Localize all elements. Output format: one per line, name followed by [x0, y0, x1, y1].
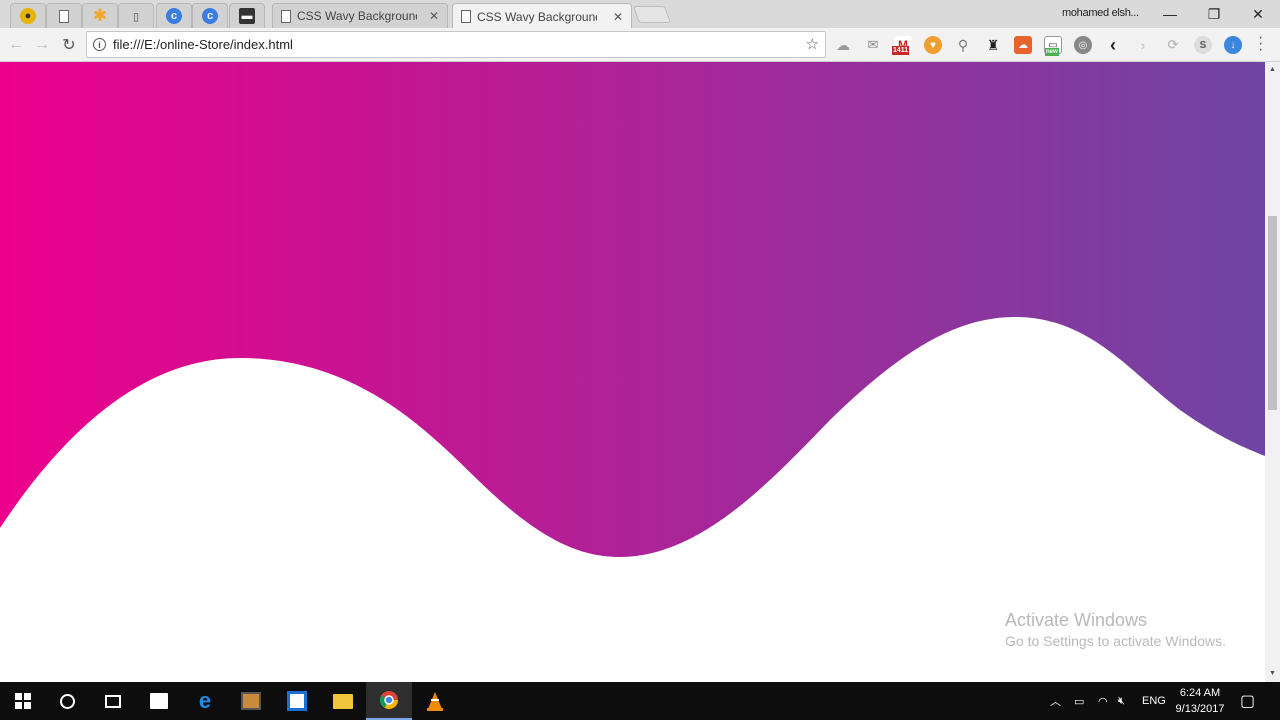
tab-title: CSS Wavy Background -: [297, 9, 417, 23]
folder-icon: [333, 693, 353, 709]
browser-toolbar: ← → ↻ i file:///E:/online-Store/index.ht…: [0, 28, 1280, 62]
restore-button[interactable]: ❐: [1192, 0, 1236, 28]
c-logo-icon: c: [202, 8, 218, 24]
scroll-up-arrow[interactable]: ▲: [1268, 65, 1277, 75]
tab-pinned-4[interactable]: ▯: [118, 3, 154, 28]
volume-muted-icon[interactable]: 🔇︎: [1118, 682, 1125, 720]
action-center-icon[interactable]: ▢: [1240, 682, 1255, 720]
clock-date: 9/13/2017: [1175, 703, 1225, 715]
terminal-icon: ▬: [239, 8, 255, 24]
watermark-title: Activate Windows: [1005, 610, 1148, 630]
chrome-icon: [380, 691, 398, 710]
tab-pinned-2[interactable]: [46, 3, 82, 28]
wavy-background: [0, 62, 1265, 682]
gmail-badge: 1411: [892, 46, 910, 55]
document-icon: ▯: [132, 10, 140, 23]
chevron-left-icon[interactable]: ‹: [1104, 35, 1122, 55]
screen-capture-icon[interactable]: ▭ new: [1044, 36, 1062, 56]
tab-pinned-1[interactable]: ●: [10, 3, 46, 28]
search-button[interactable]: [44, 682, 90, 720]
battery-icon[interactable]: ▭: [1074, 682, 1084, 720]
tab-title: CSS Wavy Background -: [477, 9, 597, 24]
page-scrollbar[interactable]: ▲ ▼: [1265, 62, 1280, 682]
cloud-icon[interactable]: ☁: [834, 36, 852, 54]
system-clock[interactable]: 6:24 AM 9/13/2017: [1170, 685, 1230, 717]
taskbar-edge[interactable]: e: [182, 682, 228, 720]
tab-css-wavy-background-active[interactable]: CSS Wavy Background - ✕: [452, 3, 632, 29]
skype-icon[interactable]: S: [1194, 36, 1212, 54]
tab-css-wavy-background[interactable]: CSS Wavy Background - ✕: [272, 3, 448, 28]
vlc-cone-icon: [427, 692, 443, 711]
close-window-button[interactable]: ✕: [1236, 0, 1280, 28]
app-window-icon: [287, 691, 307, 711]
page-viewport: [0, 62, 1265, 682]
taskbar-app-blue[interactable]: [274, 682, 320, 720]
gmail-icon[interactable]: M 1411: [892, 36, 912, 55]
asterisk-icon: ✱: [92, 6, 108, 25]
forward-button[interactable]: →: [31, 34, 53, 56]
clock-time: 6:24 AM: [1179, 687, 1221, 699]
arrow-left-icon: ←: [8, 36, 24, 53]
address-url[interactable]: file:///E:/online-Store/index.html: [113, 37, 293, 52]
language-indicator[interactable]: ENG: [1142, 682, 1166, 720]
bookmark-star-icon[interactable]: ☆: [806, 35, 819, 53]
activate-windows-watermark: Activate Windows Go to Settings to activ…: [1005, 610, 1226, 649]
reload-icon: ↻: [62, 37, 76, 54]
minimize-button[interactable]: —: [1148, 0, 1192, 28]
inbox-icon[interactable]: ✉: [864, 36, 882, 54]
tab-pinned-5[interactable]: c: [156, 3, 192, 28]
store-bag-icon: [150, 693, 168, 709]
new-label: new: [1045, 48, 1059, 56]
arrow-icon[interactable]: ›: [1134, 36, 1152, 54]
menu-icon[interactable]: · · ·: [1258, 30, 1263, 58]
taskbar-vlc[interactable]: [412, 682, 458, 720]
close-icon[interactable]: ✕: [613, 10, 623, 24]
tab-pinned-6[interactable]: c: [192, 3, 228, 28]
tab-pinned-3[interactable]: ✱: [82, 3, 118, 28]
scroll-thumb[interactable]: [1268, 216, 1277, 410]
arrow-right-icon: →: [34, 36, 50, 53]
c-logo-icon: c: [166, 8, 182, 24]
start-button[interactable]: [0, 682, 46, 720]
new-tab-button[interactable]: [632, 6, 672, 23]
info-icon[interactable]: i: [93, 38, 106, 51]
task-view-button[interactable]: [90, 682, 136, 720]
windows-logo-icon: [15, 693, 31, 709]
taskbar-file-explorer[interactable]: [320, 682, 366, 720]
editor-icon: [241, 692, 261, 710]
close-icon[interactable]: ✕: [429, 9, 439, 23]
tray-up-arrow-icon[interactable]: ︿: [1050, 682, 1061, 720]
pocket-icon[interactable]: ♥: [924, 36, 942, 54]
taskbar-chrome[interactable]: [366, 682, 412, 720]
document-icon: [281, 9, 291, 23]
vector-icon[interactable]: ⚲: [954, 36, 972, 54]
wifi-icon[interactable]: ◠: [1098, 682, 1108, 720]
address-bar[interactable]: i file:///E:/online-Store/index.html ☆: [86, 31, 826, 58]
profile-name[interactable]: mohamed elsh...: [1062, 7, 1139, 19]
back-button[interactable]: ←: [5, 34, 27, 56]
edge-icon: e: [198, 688, 212, 713]
refresh-extension-icon[interactable]: ⟳: [1164, 36, 1182, 54]
watermark-subtitle: Go to Settings to activate Windows.: [1005, 633, 1226, 649]
download-icon[interactable]: ↓: [1224, 36, 1242, 54]
soundcloud-icon[interactable]: ☁: [1014, 36, 1032, 54]
document-icon: [461, 10, 471, 23]
document-icon: [59, 9, 69, 23]
task-view-icon: [105, 694, 121, 708]
extension-icon: ●: [20, 8, 36, 24]
scroll-down-arrow[interactable]: ▼: [1268, 669, 1277, 679]
globe-icon[interactable]: ◎: [1074, 36, 1092, 54]
windows-taskbar: e ︿ ▭ ◠ 🔇︎ ENG 6:24 AM 9/13/2017 ▢: [0, 682, 1280, 720]
taskbar-store[interactable]: [136, 682, 182, 720]
tab-pinned-7[interactable]: ▬: [229, 3, 265, 28]
mustache-hat-icon[interactable]: ♜: [984, 36, 1002, 54]
cortana-circle-icon: [59, 693, 75, 709]
reload-button[interactable]: ↻: [58, 34, 80, 56]
taskbar-sublime[interactable]: [228, 682, 274, 720]
browser-title-bar: ● ✱ ▯ c c ▬ CSS Wavy Background - ✕ CSS …: [0, 0, 1280, 29]
